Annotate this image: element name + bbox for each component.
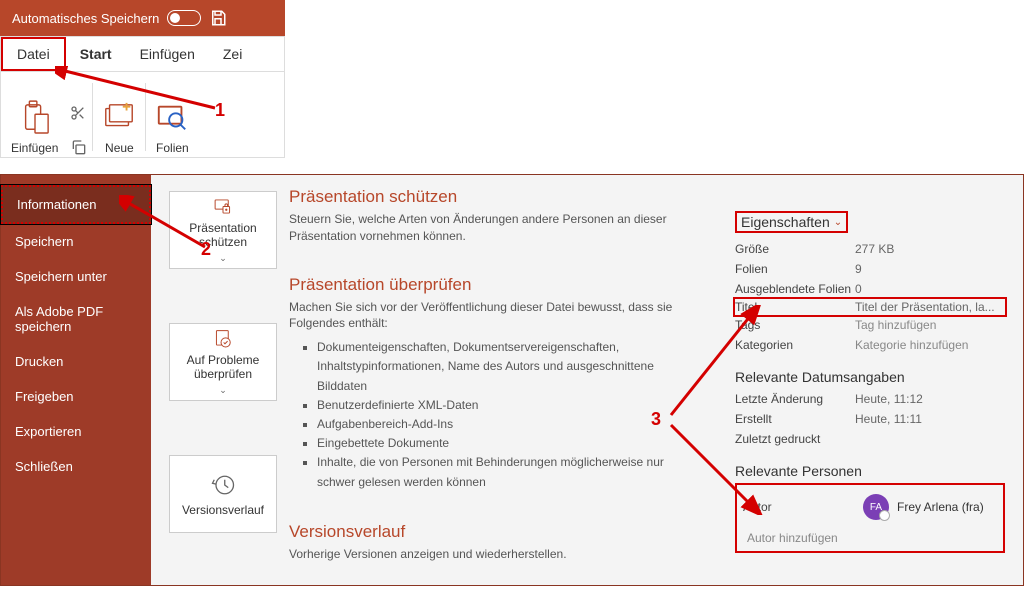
check-list: Dokumenteigenschaften, Dokumentservereig…	[289, 338, 689, 492]
properties-column: Eigenschaften ⌄ Größe277 KB Folien9 Ausg…	[735, 187, 1005, 573]
new-label: Neue	[105, 141, 134, 155]
protect-title: Präsentation schützen	[289, 187, 689, 207]
ribbon-content-row: Einfügen Neue Folien 1	[0, 72, 285, 158]
sidebar-item-share[interactable]: Freigeben	[1, 379, 151, 414]
check-button-label: Auf Probleme überprüfen	[174, 353, 272, 381]
prop-slides: Folien9	[735, 259, 1005, 279]
check-desc: Machen Sie sich vor der Veröffentlichung…	[289, 299, 689, 333]
slides-group[interactable]: Folien	[148, 97, 196, 155]
powerpoint-ribbon-fragment: Automatisches Speichern Datei Start Einf…	[0, 0, 285, 158]
author-name: Frey Arlena (fra)	[897, 500, 984, 514]
lock-presentation-icon	[208, 196, 238, 217]
prop-size: Größe277 KB	[735, 239, 1005, 259]
dates-heading: Relevante Datumsangaben	[735, 369, 1005, 385]
prop-modified: Letzte ÄnderungHeute, 11:12	[735, 389, 1005, 409]
description-column: Präsentation schützen Steuern Sie, welch…	[289, 187, 689, 573]
action-button-column: Präsentation schützen ⌄ Auf Probleme übe…	[169, 187, 279, 573]
properties-heading-label: Eigenschaften	[741, 214, 830, 230]
avatar[interactable]: FA	[863, 494, 889, 520]
add-author[interactable]: Autor hinzufügen	[747, 531, 997, 545]
search-slide-icon	[154, 97, 190, 139]
paste-label: Einfügen	[11, 141, 58, 155]
sidebar-item-pdf[interactable]: Als Adobe PDF speichern	[1, 294, 151, 344]
prop-categories[interactable]: KategorienKategorie hinzufügen	[735, 335, 1005, 355]
separator	[92, 83, 93, 151]
check-title: Präsentation überprüfen	[289, 275, 689, 295]
history-title: Versionsverlauf	[289, 522, 689, 542]
title-bar: Automatisches Speichern	[0, 0, 285, 36]
check-item: Eingebettete Dokumente	[317, 434, 689, 453]
author-label: Autor	[743, 500, 863, 514]
new-slide-icon	[101, 97, 137, 139]
chevron-down-icon: ⌄	[219, 253, 227, 264]
sidebar-item-export[interactable]: Exportieren	[1, 414, 151, 449]
prop-created: ErstelltHeute, 11:11	[735, 409, 1005, 429]
save-icon[interactable]	[209, 9, 227, 27]
properties-heading[interactable]: Eigenschaften ⌄	[735, 211, 848, 233]
new-slide-group[interactable]: Neue	[95, 97, 143, 155]
autosave-label: Automatisches Speichern	[12, 11, 159, 26]
sidebar-item-saveas[interactable]: Speichern unter	[1, 259, 151, 294]
check-section: Präsentation überprüfen Machen Sie sich …	[289, 275, 689, 492]
history-desc: Vorherige Versionen anzeigen und wiederh…	[289, 546, 689, 563]
protect-button-label: Präsentation schützen	[174, 221, 272, 249]
info-backstage-panel: Informationen Speichern Speichern unter …	[0, 174, 1024, 586]
version-history-button[interactable]: Versionsverlauf	[169, 455, 277, 533]
tab-start[interactable]: Start	[66, 37, 126, 71]
annotation-1: 1	[215, 100, 225, 121]
ribbon-tabs: Datei Start Einfügen Zei	[0, 36, 285, 72]
prop-title[interactable]: TitelTitel der Präsentation, la...	[733, 297, 1007, 317]
info-main-area: Präsentation schützen ⌄ Auf Probleme übe…	[151, 175, 1023, 585]
protect-desc: Steuern Sie, welche Arten von Änderungen…	[289, 211, 689, 245]
check-item: Aufgabenbereich-Add-Ins	[317, 415, 689, 434]
tab-file[interactable]: Datei	[1, 37, 66, 71]
author-box: Autor FA Frey Arlena (fra) Autor hinzufü…	[735, 483, 1005, 553]
people-heading: Relevante Personen	[735, 463, 1005, 479]
prop-printed: Zuletzt gedruckt	[735, 429, 1005, 449]
chevron-down-icon: ⌄	[834, 217, 842, 228]
check-item: Dokumenteigenschaften, Dokumentservereig…	[317, 338, 689, 396]
prop-hidden: Ausgeblendete Folien0	[735, 279, 1005, 299]
clipboard-icon	[17, 97, 53, 139]
history-button-label: Versionsverlauf	[182, 503, 264, 517]
scissors-icon[interactable]	[70, 105, 86, 121]
check-item: Benutzerdefinierte XML-Daten	[317, 396, 689, 415]
protect-section: Präsentation schützen Steuern Sie, welch…	[289, 187, 689, 245]
separator	[145, 83, 146, 151]
tab-draw[interactable]: Zei	[209, 37, 256, 71]
protect-presentation-button[interactable]: Präsentation schützen ⌄	[169, 191, 277, 269]
autosave-toggle[interactable]	[167, 10, 201, 26]
author-row: Autor FA Frey Arlena (fra)	[743, 491, 997, 523]
backstage-sidebar: Informationen Speichern Speichern unter …	[1, 175, 151, 585]
check-document-icon	[208, 328, 238, 349]
sidebar-item-info[interactable]: Informationen	[1, 185, 151, 224]
history-icon	[208, 471, 238, 499]
check-issues-button[interactable]: Auf Probleme überprüfen ⌄	[169, 323, 277, 401]
check-item: Inhalte, die von Personen mit Behinderun…	[317, 453, 689, 491]
slides-label: Folien	[156, 141, 189, 155]
history-section: Versionsverlauf Vorherige Versionen anze…	[289, 522, 689, 563]
copy-icon[interactable]	[70, 139, 86, 155]
chevron-down-icon: ⌄	[219, 385, 227, 396]
tab-insert[interactable]: Einfügen	[126, 37, 209, 71]
paste-group[interactable]: Einfügen	[5, 97, 64, 155]
sidebar-item-print[interactable]: Drucken	[1, 344, 151, 379]
prop-tags[interactable]: TagsTag hinzufügen	[735, 315, 1005, 335]
sidebar-item-close[interactable]: Schließen	[1, 449, 151, 484]
sidebar-item-save[interactable]: Speichern	[1, 224, 151, 259]
